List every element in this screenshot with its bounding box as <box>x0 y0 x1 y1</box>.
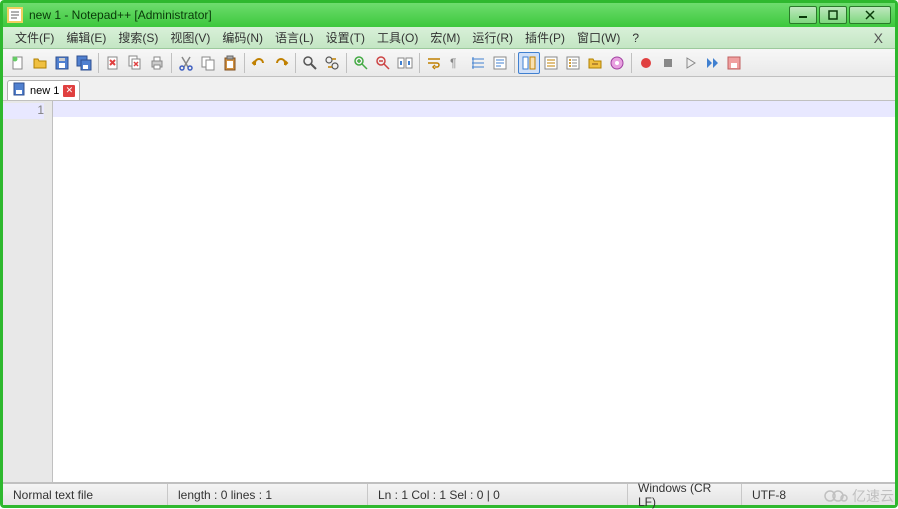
menu-encoding[interactable]: 编码(N) <box>216 27 269 48</box>
sync-scroll-icon[interactable] <box>394 52 416 74</box>
save-icon[interactable] <box>51 52 73 74</box>
menu-macro[interactable]: 宏(M) <box>424 27 466 48</box>
tab-label: new 1 <box>30 85 59 97</box>
line-number: 1 <box>3 103 44 119</box>
minimize-button[interactable] <box>789 6 817 24</box>
play-macro-icon[interactable] <box>679 52 701 74</box>
toolbar-sep <box>98 53 99 73</box>
doc-map-icon[interactable] <box>518 52 540 74</box>
toolbar-sep <box>295 53 296 73</box>
menu-close-x[interactable]: X <box>868 30 889 46</box>
indent-guide-icon[interactable] <box>467 52 489 74</box>
titlebar[interactable]: new 1 - Notepad++ [Administrator] <box>3 3 895 27</box>
undo-icon[interactable] <box>248 52 270 74</box>
toolbar-sep <box>346 53 347 73</box>
menu-window[interactable]: 窗口(W) <box>571 27 626 48</box>
menubar: 文件(F) 编辑(E) 搜索(S) 视图(V) 编码(N) 语言(L) 设置(T… <box>3 27 895 49</box>
close-button[interactable] <box>849 6 891 24</box>
record-macro-icon[interactable] <box>635 52 657 74</box>
print-icon[interactable] <box>146 52 168 74</box>
save-all-icon[interactable] <box>73 52 95 74</box>
status-eol[interactable]: Windows (CR LF) <box>628 484 742 505</box>
tab-close-icon[interactable]: ✕ <box>63 85 75 97</box>
close-file-icon[interactable] <box>102 52 124 74</box>
menu-tools[interactable]: 工具(O) <box>371 27 424 48</box>
menu-file[interactable]: 文件(F) <box>9 27 60 48</box>
new-file-icon[interactable] <box>7 52 29 74</box>
menu-run[interactable]: 运行(R) <box>466 27 519 48</box>
app-icon <box>7 7 23 23</box>
line-number-gutter: 1 <box>3 101 53 482</box>
toolbar-sep <box>244 53 245 73</box>
file-icon <box>12 82 26 99</box>
status-position: Ln : 1 Col : 1 Sel : 0 | 0 <box>368 484 628 505</box>
menu-view[interactable]: 视图(V) <box>164 27 216 48</box>
menu-edit[interactable]: 编辑(E) <box>60 27 112 48</box>
wordwrap-icon[interactable] <box>423 52 445 74</box>
text-editor[interactable] <box>53 101 895 482</box>
menu-settings[interactable]: 设置(T) <box>320 27 371 48</box>
save-macro-icon[interactable] <box>723 52 745 74</box>
find-icon[interactable] <box>299 52 321 74</box>
function-list-icon[interactable] <box>562 52 584 74</box>
statusbar: Normal text file length : 0 lines : 1 Ln… <box>3 483 895 505</box>
toolbar: ¶ <box>3 49 895 77</box>
folder-workspace-icon[interactable] <box>584 52 606 74</box>
close-all-icon[interactable] <box>124 52 146 74</box>
cut-icon[interactable] <box>175 52 197 74</box>
menu-help[interactable]: ? <box>626 29 645 47</box>
app-window: new 1 - Notepad++ [Administrator] 文件(F) … <box>0 0 898 508</box>
play-multiple-icon[interactable] <box>701 52 723 74</box>
maximize-button[interactable] <box>819 6 847 24</box>
stop-macro-icon[interactable] <box>657 52 679 74</box>
monitoring-icon[interactable] <box>606 52 628 74</box>
editor-area: 1 <box>3 101 895 483</box>
doc-list-icon[interactable] <box>540 52 562 74</box>
status-filetype: Normal text file <box>3 484 168 505</box>
toolbar-sep <box>171 53 172 73</box>
tab-new-1[interactable]: new 1 ✕ <box>7 80 80 100</box>
toolbar-sep <box>514 53 515 73</box>
show-all-chars-icon[interactable]: ¶ <box>445 52 467 74</box>
svg-text:¶: ¶ <box>450 56 456 70</box>
zoom-in-icon[interactable] <box>350 52 372 74</box>
window-controls <box>789 6 891 24</box>
window-title: new 1 - Notepad++ [Administrator] <box>29 8 789 22</box>
menu-language[interactable]: 语言(L) <box>269 27 320 48</box>
toolbar-sep <box>419 53 420 73</box>
redo-icon[interactable] <box>270 52 292 74</box>
paste-icon[interactable] <box>219 52 241 74</box>
user-lang-icon[interactable] <box>489 52 511 74</box>
menu-plugins[interactable]: 插件(P) <box>519 27 571 48</box>
open-file-icon[interactable] <box>29 52 51 74</box>
zoom-out-icon[interactable] <box>372 52 394 74</box>
copy-icon[interactable] <box>197 52 219 74</box>
toolbar-sep <box>631 53 632 73</box>
menu-search[interactable]: 搜索(S) <box>112 27 164 48</box>
tabbar: new 1 ✕ <box>3 77 895 101</box>
replace-icon[interactable] <box>321 52 343 74</box>
status-encoding[interactable]: UTF-8 <box>742 484 800 505</box>
status-length: length : 0 lines : 1 <box>168 484 368 505</box>
